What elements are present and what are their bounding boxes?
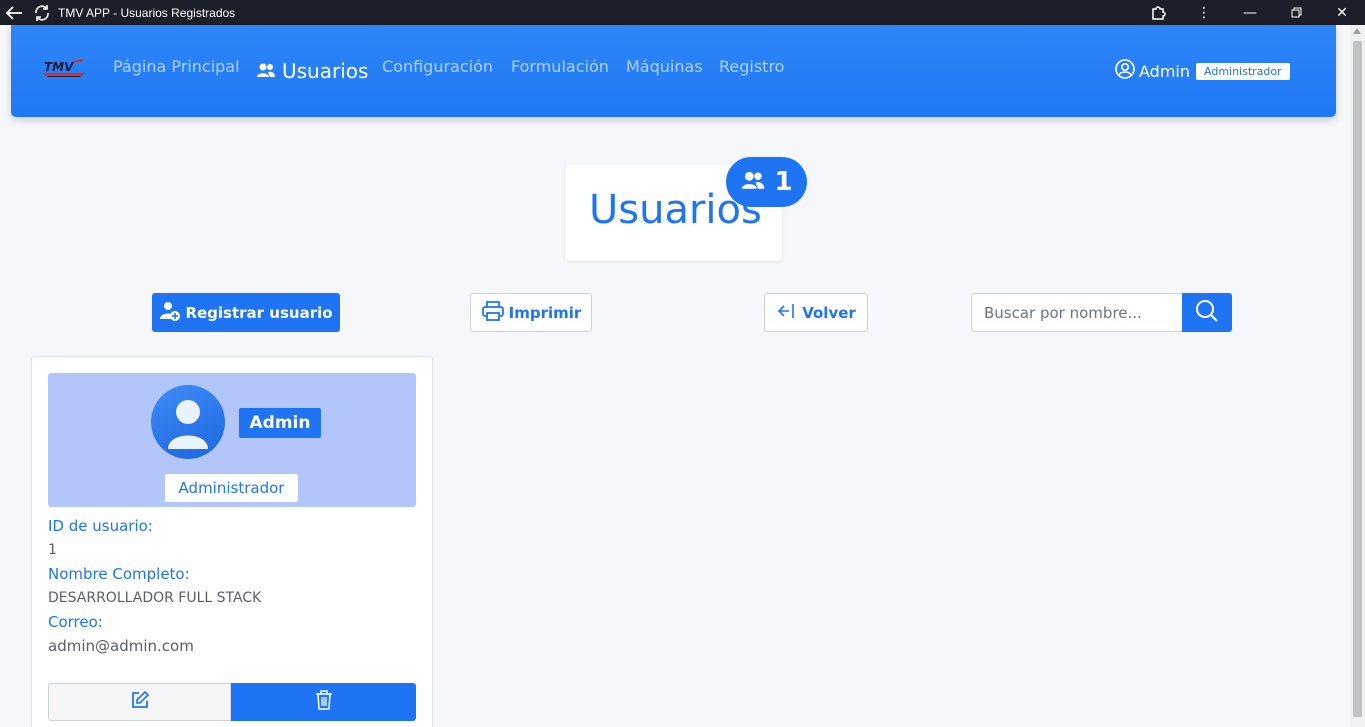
user-id-label: ID de usuario: — [48, 517, 153, 535]
scroll-up-icon[interactable] — [1353, 28, 1361, 34]
arrow-left-bar-icon — [776, 301, 796, 325]
more-options-icon[interactable]: ⋮ — [1181, 0, 1227, 25]
nav-usuarios-label: Usuarios — [282, 59, 369, 83]
register-user-button[interactable]: Registrar usuario — [152, 293, 340, 332]
nav-pagina-principal[interactable]: Página Principal — [113, 57, 240, 76]
nav-formulacion[interactable]: Formulación — [511, 57, 609, 76]
trash-icon — [315, 690, 333, 714]
vertical-scrollbar[interactable] — [1350, 25, 1365, 727]
scrollbar-thumb[interactable] — [1353, 41, 1362, 717]
back-arrow-icon[interactable] — [0, 0, 28, 25]
email-value: admin@admin.com — [48, 637, 194, 655]
nav-usuarios[interactable]: Usuarios — [256, 59, 368, 83]
print-button[interactable]: Imprimir — [470, 293, 592, 332]
printer-icon — [481, 300, 505, 326]
avatar — [151, 385, 225, 459]
email-label: Correo: — [48, 613, 103, 631]
back-button[interactable]: Volver — [764, 293, 868, 332]
user-card-actions — [48, 683, 416, 721]
user-role-badge: Administrador — [165, 474, 298, 502]
restore-icon[interactable] — [1273, 0, 1319, 25]
minimize-icon[interactable]: — — [1227, 0, 1273, 25]
search-icon — [1195, 299, 1219, 327]
edit-icon — [130, 690, 150, 714]
print-label: Imprimir — [508, 303, 582, 322]
edit-user-button[interactable] — [48, 683, 231, 721]
nav-user-role-badge: Administrador — [1196, 62, 1290, 80]
user-card: Admin Administrador ID de usuario: 1 Nom… — [31, 356, 433, 727]
refresh-icon[interactable] — [28, 0, 56, 25]
nav-user-menu[interactable]: Admin Administrador — [1115, 59, 1290, 83]
window-titlebar: TMV APP - Usuarios Registrados ⋮ — ✕ — [0, 0, 1365, 25]
users-icon — [740, 167, 766, 197]
extension-icon[interactable] — [1135, 0, 1181, 25]
register-user-label: Registrar usuario — [185, 303, 333, 322]
search-group — [971, 293, 1232, 332]
back-label: Volver — [802, 303, 856, 322]
search-input[interactable] — [971, 293, 1182, 332]
user-plus-icon — [159, 300, 181, 326]
delete-user-button[interactable] — [231, 683, 416, 721]
user-id-value: 1 — [48, 542, 57, 558]
app-logo[interactable]: TMV — [43, 58, 87, 80]
user-card-header: Admin Administrador — [48, 373, 416, 507]
user-count-value: 1 — [774, 167, 793, 197]
logo-text: TMV — [44, 60, 75, 74]
nav-user-name: Admin — [1139, 61, 1190, 81]
user-name-badge: Admin — [239, 408, 321, 438]
user-count-badge: 1 — [726, 157, 807, 207]
nav-configuracion[interactable]: Configuración — [382, 57, 493, 76]
window-title: TMV APP - Usuarios Registrados — [58, 5, 236, 20]
search-button[interactable] — [1182, 293, 1232, 332]
nav-maquinas[interactable]: Máquinas — [626, 57, 703, 76]
fullname-value: DESARROLLADOR FULL STACK — [48, 590, 262, 606]
user-circle-icon — [1115, 59, 1135, 83]
close-icon[interactable]: ✕ — [1319, 0, 1365, 25]
fullname-label: Nombre Completo: — [48, 565, 190, 583]
top-navbar: TMV Página Principal Usuarios Configurac… — [11, 25, 1336, 117]
nav-registro[interactable]: Registro — [719, 57, 784, 76]
users-icon — [256, 59, 276, 83]
